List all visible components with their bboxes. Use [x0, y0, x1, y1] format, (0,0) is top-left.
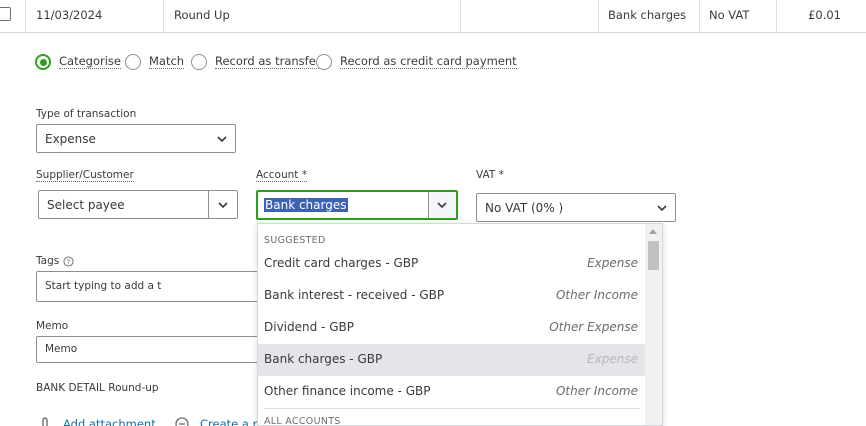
row-checkbox[interactable]	[0, 7, 11, 21]
chevron-down-icon	[657, 205, 667, 212]
account-dropdown-button[interactable]	[428, 192, 456, 218]
account-input-value[interactable]: Bank charges	[264, 198, 348, 212]
all-accounts-header: ALL ACCOUNTS	[264, 416, 341, 426]
vat-select[interactable]: No VAT (0% )	[476, 193, 676, 222]
scroll-up-icon[interactable]	[649, 229, 657, 234]
account-option-name: Bank interest - received - GBP	[264, 288, 445, 302]
bank-detail: BANK DETAIL Round-up	[36, 382, 159, 394]
account-combobox[interactable]: Bank charges	[256, 190, 458, 220]
radio-label-credit-card: Record as credit card payment	[340, 54, 517, 69]
radio-label-match: Match	[149, 54, 185, 69]
add-attachment-link[interactable]: Add attachment	[63, 417, 156, 426]
chevron-down-icon[interactable]	[218, 200, 228, 210]
radio-dot-selected[interactable]	[35, 54, 51, 70]
radio-dot[interactable]	[316, 54, 332, 70]
radio-dot[interactable]	[125, 54, 141, 70]
account-option[interactable]: Other finance income - GBP Other Income	[258, 376, 646, 408]
payee-divider	[208, 191, 209, 218]
rule-icon	[175, 417, 189, 426]
svg-text:?: ?	[67, 258, 71, 266]
dropdown-divider	[264, 408, 640, 409]
row-vat: No VAT	[699, 0, 776, 33]
payee-select[interactable]: Select payee	[38, 190, 238, 219]
chevron-down-icon	[217, 136, 227, 143]
account-option[interactable]: Credit card charges - GBP Expense	[258, 248, 646, 280]
memo-placeholder: Memo	[45, 343, 78, 355]
row-date: 11/03/2024	[25, 0, 163, 33]
radio-transfer[interactable]: Record as transfer	[191, 53, 321, 71]
account-label-text: Account *	[256, 169, 307, 182]
radio-label-categorise: Categorise	[59, 54, 121, 69]
radio-match[interactable]: Match	[125, 53, 185, 71]
vat-value: No VAT (0% )	[485, 201, 564, 215]
memo-label: Memo	[36, 320, 69, 332]
account-option-name: Credit card charges - GBP	[264, 256, 419, 270]
radio-label-transfer: Record as transfer	[215, 54, 321, 69]
payee-label: Supplier/Customer	[36, 169, 134, 182]
account-option-name: Other finance income - GBP	[264, 384, 431, 398]
tags-label: Tags	[36, 255, 60, 267]
radio-credit-card-payment[interactable]: Record as credit card payment	[316, 53, 517, 71]
account-option-type: Expense	[587, 352, 638, 366]
row-amount: £0.01	[776, 0, 866, 33]
account-option-name: Bank charges - GBP	[264, 352, 383, 366]
tags-input[interactable]: Start typing to add a t	[36, 271, 261, 302]
row-description: Round Up	[163, 0, 460, 33]
account-label: Account *	[256, 169, 307, 182]
transaction-row[interactable]: 11/03/2024 Round Up Bank charges No VAT …	[0, 0, 866, 33]
paperclip-icon	[42, 417, 48, 426]
account-option[interactable]: Bank interest - received - GBP Other Inc…	[258, 280, 646, 312]
radio-dot[interactable]	[191, 54, 207, 70]
payee-placeholder: Select payee	[47, 198, 125, 212]
account-option-type: Other Expense	[549, 320, 638, 334]
account-option-type: Other Income	[555, 384, 638, 398]
info-icon[interactable]: ?	[63, 255, 74, 267]
memo-input[interactable]: Memo	[36, 336, 261, 363]
account-option-highlighted[interactable]: Bank charges - GBP Expense	[258, 344, 646, 376]
row-empty-cell	[460, 0, 598, 33]
account-option-type: Expense	[587, 256, 638, 270]
vat-label: VAT *	[476, 169, 504, 181]
type-label: Type of transaction	[36, 108, 137, 120]
tags-placeholder: Start typing to add a t	[45, 280, 162, 292]
scrollbar-thumb[interactable]	[648, 241, 659, 270]
payee-label-text: Supplier/Customer	[36, 169, 134, 182]
dropdown-scrollbar[interactable]	[645, 224, 662, 425]
account-dropdown-list: SUGGESTED Credit card charges - GBP Expe…	[257, 223, 663, 426]
account-option-type: Other Income	[555, 288, 638, 302]
suggested-header: SUGGESTED	[264, 235, 326, 246]
row-category: Bank charges	[598, 0, 699, 33]
account-option[interactable]: Dividend - GBP Other Expense	[258, 312, 646, 344]
radio-categorise[interactable]: Categorise	[35, 53, 121, 71]
type-value: Expense	[45, 132, 96, 146]
chevron-down-icon	[437, 202, 447, 209]
tags-label-wrap: Tags ?	[36, 255, 74, 267]
account-option-name: Dividend - GBP	[264, 320, 354, 334]
type-select[interactable]: Expense	[36, 124, 236, 153]
